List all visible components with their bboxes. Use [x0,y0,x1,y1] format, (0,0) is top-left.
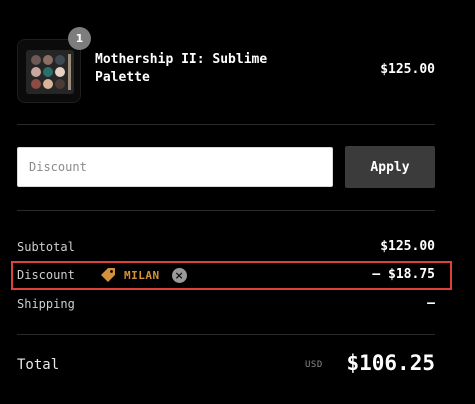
tag-icon [101,268,115,282]
shipping-label: Shipping [17,297,75,311]
divider [17,124,435,125]
product-thumbnail [17,39,81,103]
product-thumbnail-wrap: 1 [17,27,91,103]
discount-code: MILAN [124,268,160,282]
subtotal-label: Subtotal [17,240,75,254]
subtotal-value: $125.00 [380,239,435,254]
discount-row: Discount MILAN × – $18.75 [17,265,435,285]
discount-code-input[interactable] [17,147,333,187]
discount-label: Discount [17,268,75,282]
close-circle-icon[interactable]: × [171,267,187,283]
eyeshadow-palette-icon [18,40,80,102]
apply-discount-button[interactable]: Apply [345,146,435,188]
order-summary: 1 Mothership II: Sublime Palette $125.00… [0,0,475,404]
total-currency: USD [305,360,323,370]
discount-tag: MILAN × [100,267,187,283]
shipping-row: Shipping — [17,294,435,314]
quantity-badge: 1 [68,27,91,50]
subtotal-row: Subtotal $125.00 [17,237,435,257]
total-amount: $106.25 [346,351,435,375]
product-price: $125.00 [380,62,435,77]
total-label: Total [17,357,60,373]
divider [17,210,435,211]
shipping-value: — [427,296,435,311]
discount-value: – $18.75 [372,267,435,282]
line-item: 1 Mothership II: Sublime Palette $125.00 [17,27,435,103]
divider [17,334,435,335]
product-name: Mothership II: Sublime Palette [95,52,268,85]
